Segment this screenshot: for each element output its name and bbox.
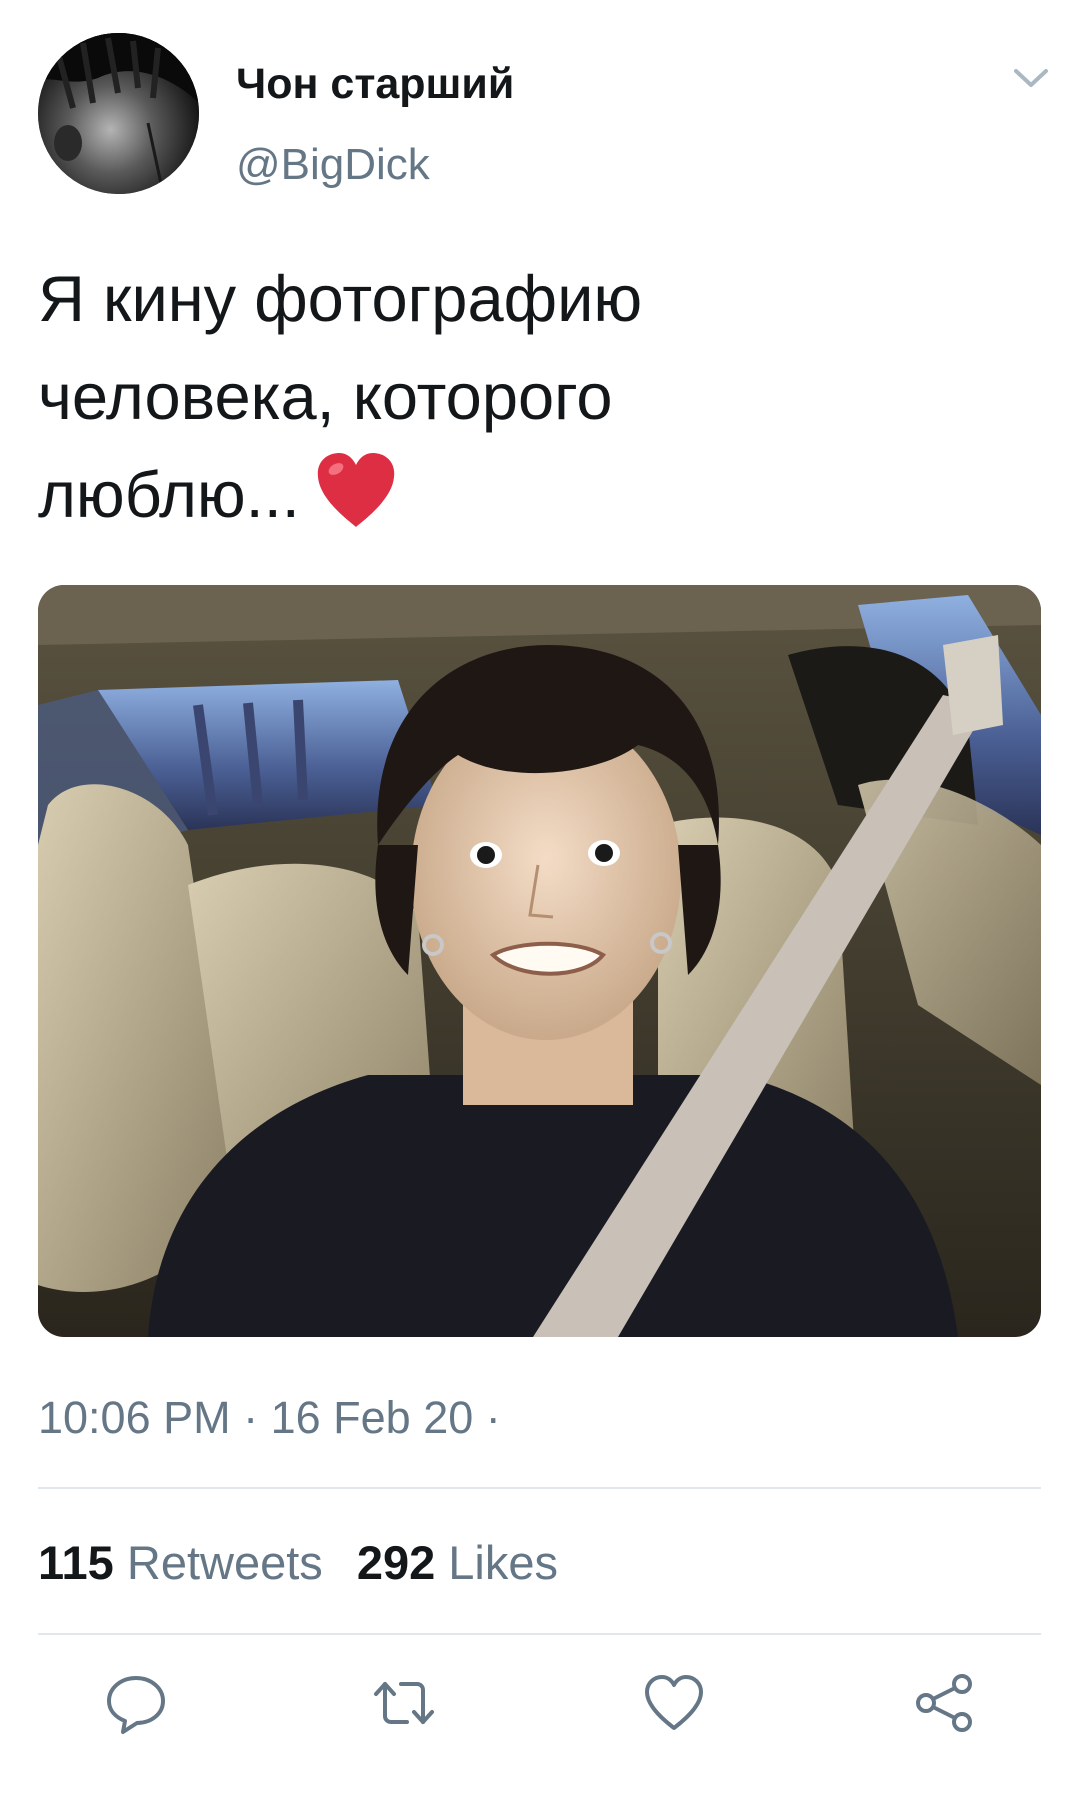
tweet-text: Я кину фотографию человека, которого люб… (38, 250, 1038, 544)
divider (38, 1487, 1041, 1489)
red-heart-emoji (314, 451, 398, 531)
retweets-stat[interactable]: 115 Retweets (38, 1535, 323, 1590)
reply-icon[interactable] (103, 1670, 169, 1736)
author-display-name[interactable]: Чон старший (236, 60, 514, 109)
tweet-text-line: Я кину фотографию (38, 262, 643, 335)
share-icon[interactable] (912, 1670, 978, 1736)
retweets-label: Retweets (126, 1536, 323, 1589)
retweets-count: 115 (38, 1536, 114, 1589)
chevron-down-icon[interactable] (1010, 62, 1052, 94)
heart-icon[interactable] (641, 1670, 707, 1736)
tweet-text-line-last: люблю... (38, 446, 1038, 544)
author-handle[interactable]: @BigDick (236, 140, 430, 190)
tweet-actions (0, 1670, 1080, 1740)
photo-attachment[interactable] (38, 585, 1041, 1337)
photo-image (38, 585, 1041, 1337)
likes-count: 292 (356, 1536, 436, 1589)
author-avatar[interactable] (38, 33, 199, 194)
retweet-icon[interactable] (371, 1670, 437, 1736)
tweet-text-line: люблю... (38, 458, 300, 531)
tweet-timestamp: 10:06 PM · 16 Feb 20 · (38, 1392, 501, 1443)
likes-label: Likes (448, 1536, 559, 1589)
tweet-text-line: человека, которого (38, 360, 613, 433)
engagement-stats: 115 Retweets 292 Likes (38, 1535, 592, 1590)
likes-stat[interactable]: 292 Likes (357, 1535, 558, 1590)
avatar-image (38, 33, 199, 194)
tweet-detail: Чон старший @BigDick Я кину фотографию ч… (0, 0, 1080, 1796)
divider (38, 1633, 1041, 1635)
